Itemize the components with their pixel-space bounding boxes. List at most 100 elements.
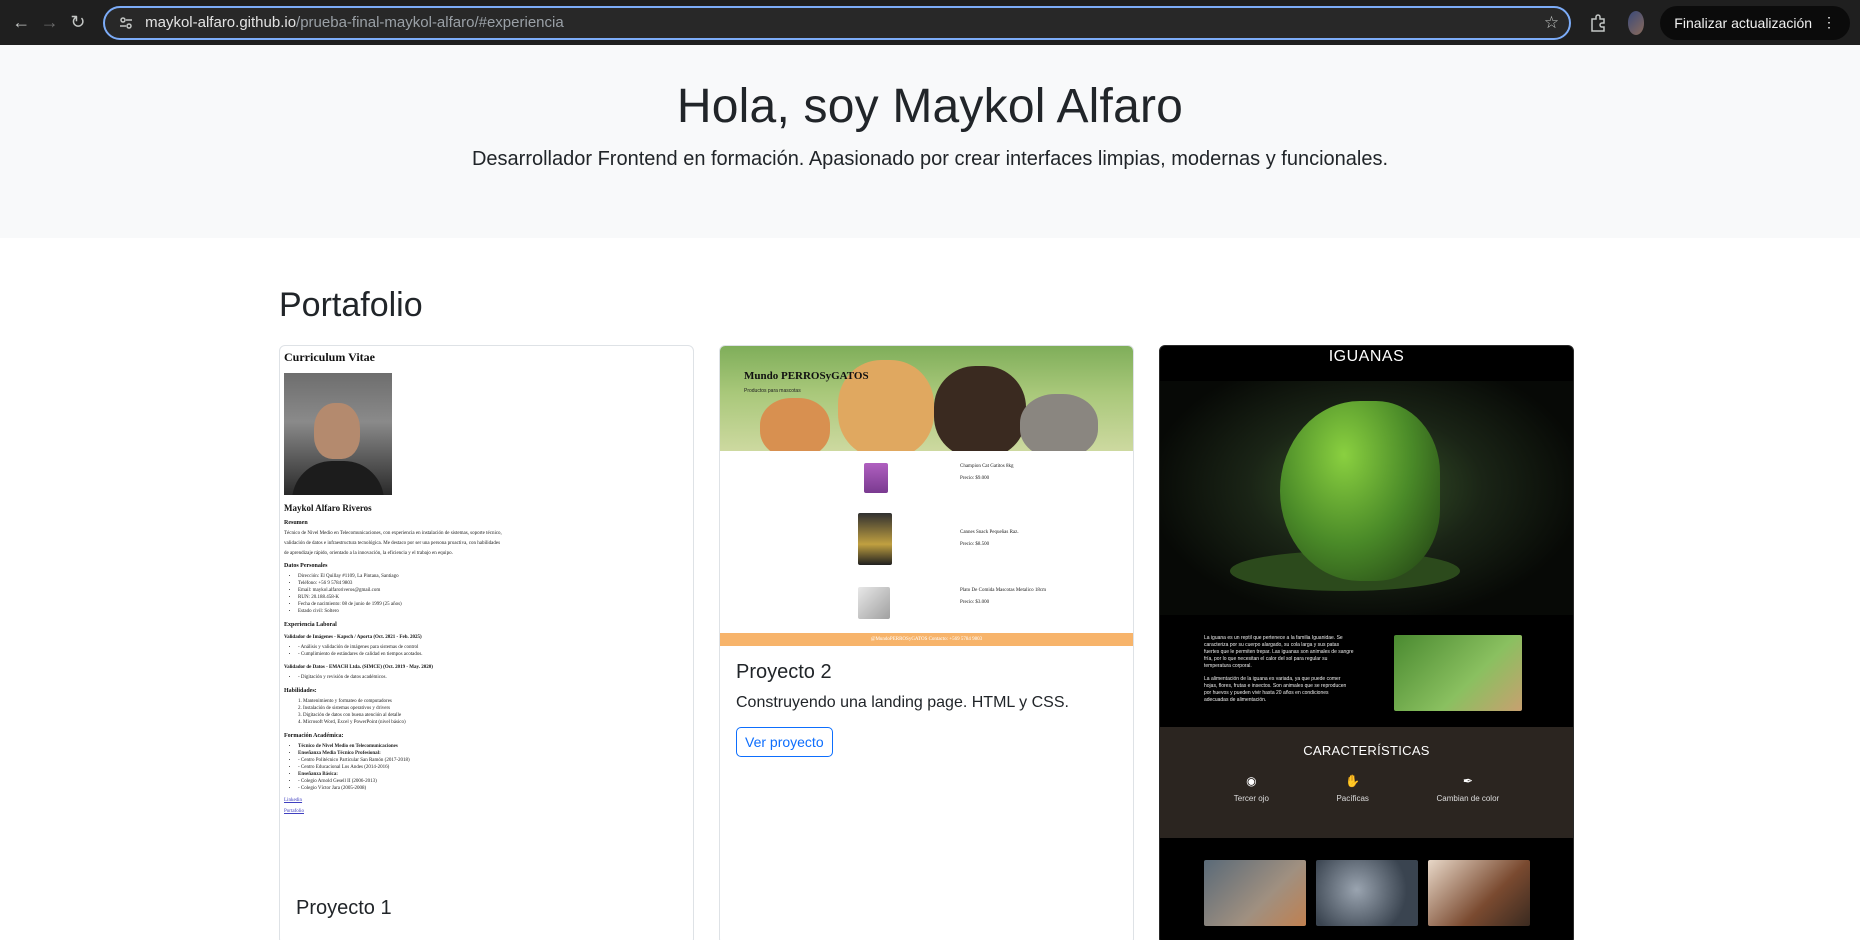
product-price: Precio: $3.000 (960, 600, 990, 605)
browser-toolbar: ← → ↻ maykol-alfaro.github.io/prueba-fin… (0, 0, 1860, 45)
gallery-image (1203, 860, 1306, 926)
feature-label: Cambian de color (1436, 794, 1500, 803)
list-item: - Cumplimiento de estándares de calidad … (298, 651, 689, 658)
list-item: Enseñanza Media Técnico Profesional: (298, 750, 689, 757)
cv-list: - Digitación y revisión de datos académi… (298, 674, 689, 681)
list-item: Estado civil: Soltero (298, 608, 689, 615)
cv-text: de aprendizaje rápido, orientado a la in… (284, 551, 453, 556)
card-body: Proyecto 2 Construyendo una landing page… (720, 646, 1133, 772)
card-description: Construyendo una landing page. HTML y CS… (736, 694, 1069, 711)
url-text: maykol-alfaro.github.io/prueba-final-may… (145, 14, 1544, 31)
list-item: Dirección: El Quillay #1109, La Pintana,… (298, 573, 689, 580)
hand-icon: ✋ (1345, 774, 1361, 788)
product-image (858, 587, 890, 619)
feature-item: ✒ Cambian de color (1437, 774, 1500, 803)
cv-section-heading: Formación Académica: (284, 733, 344, 739)
cv-section-heading: Datos Personales (284, 563, 328, 569)
card-title: Proyecto 2 (736, 661, 832, 683)
list-item: 2. Instalación de sistemas operativos y … (298, 706, 391, 711)
product-image (864, 463, 888, 493)
extensions-icon[interactable] (1587, 7, 1609, 39)
cv-section-heading: Experiencia Laboral (284, 622, 337, 628)
gallery-image (1315, 860, 1418, 926)
feature-item: ✋ Pacíficas (1336, 774, 1368, 803)
project-card-2: Mundo PERROSyGATOS Productos para mascot… (719, 345, 1134, 940)
portfolio-section: Portafolio Curriculum Vitae Maykol Alfar… (0, 238, 1860, 940)
list-item: - Centro Educacional Los Andes (2014-201… (298, 764, 689, 771)
iguana-text: La iguana es un reptil que pertenece a l… (1204, 635, 1354, 727)
cv-heading: Curriculum Vitae (284, 350, 375, 364)
feature-label: Tercer ojo (1233, 794, 1269, 803)
portfolio-link[interactable]: Portafolio (284, 809, 689, 814)
cv-name: Maykol Alfaro Riveros (284, 503, 372, 513)
iguana-info: La iguana es un reptil que pertenece a l… (1160, 615, 1573, 727)
cv-preview: Curriculum Vitae Maykol Alfaro Riveros R… (280, 346, 693, 814)
url-host: maykol-alfaro.github.io (145, 14, 297, 31)
cv-subheading: Validador de Datos - EMACH Ltda. (SIMCE)… (284, 665, 433, 670)
product-name: Cannes Snack Pequeñas Raz. (960, 530, 1019, 535)
pets-banner-image: Mundo PERROSyGATOS Productos para mascot… (720, 346, 1133, 451)
view-project-button[interactable]: Ver proyecto (736, 727, 833, 757)
list-item: - Análisis y validación de imágenes para… (298, 644, 689, 651)
cv-list: - Análisis y validación de imágenes para… (298, 644, 689, 658)
back-arrow-icon[interactable]: ← (10, 7, 32, 39)
bookmark-star-icon[interactable]: ☆ (1544, 13, 1559, 33)
product-item: Champion Cat Gatitos 8kg Precio: $9.000 (850, 463, 1013, 493)
gallery-image (1427, 860, 1530, 926)
project-card-3: IGUANAS La iguana es un reptil que perte… (1159, 345, 1574, 940)
more-menu-icon[interactable]: ⋮ (1822, 14, 1836, 31)
hero-section: Hola, soy Maykol Alfaro Desarrollador Fr… (0, 45, 1860, 238)
cv-list: 1. Mantenimiento y formateo de computado… (298, 698, 689, 726)
update-button-label: Finalizar actualización (1674, 14, 1813, 31)
iguana-photo (1394, 635, 1522, 711)
pets-tagline: Productos para mascotas (744, 388, 801, 394)
product-item: Cannes Snack Pequeñas Raz. Precio: $8.50… (850, 513, 1019, 565)
portfolio-heading: Portafolio (279, 286, 423, 324)
iguana-paragraph: La alimentación de la iguana es variada,… (1204, 676, 1347, 703)
brush-icon: ✒ (1462, 774, 1473, 788)
list-item: Email: maykol.alfaroriveros@gmail.com (298, 587, 689, 594)
product-info: Cannes Snack Pequeñas Raz. Precio: $8.50… (960, 513, 1019, 547)
product-price: Precio: $9.000 (960, 476, 990, 481)
forward-arrow-icon[interactable]: → (38, 7, 60, 39)
cv-list: Técnico de Nivel Medio en Telecomunicaci… (298, 743, 689, 792)
pets-brand: Mundo PERROSyGATOS (744, 370, 869, 382)
profile-avatar[interactable] (1627, 10, 1645, 35)
linkedin-link[interactable]: Linkedin (284, 798, 689, 803)
list-item: Enseñanza Básica: (298, 771, 689, 778)
iguana-paragraph: La iguana es un reptil que pertenece a l… (1204, 635, 1354, 669)
hero-subtitle: Desarrollador Frontend en formación. Apa… (471, 148, 1389, 170)
features-list: ◉ Tercer ojo ✋ Pacíficas ✒ Cambian de co… (1160, 774, 1573, 803)
list-item: 1. Mantenimiento y formateo de computado… (298, 699, 392, 704)
update-button[interactable]: Finalizar actualización ⋮ (1660, 5, 1851, 40)
iguana-gallery (1160, 838, 1573, 940)
list-item: - Centro Politécnico Particular San Ramó… (298, 757, 689, 764)
product-image (858, 513, 892, 565)
cv-list: Dirección: El Quillay #1109, La Pintana,… (298, 573, 689, 615)
list-item: - Colegio Arnold Gesell II (2006-2013) (298, 778, 689, 785)
feature-label: Pacíficas (1336, 794, 1369, 803)
list-item: Fecha de nacimiento: 08 de junio de 1999… (298, 601, 689, 608)
product-info: Champion Cat Gatitos 8kg Precio: $9.000 (960, 463, 1013, 481)
address-bar[interactable]: maykol-alfaro.github.io/prueba-final-may… (103, 5, 1572, 40)
list-item: 3. Digitación de datos con buena atenció… (298, 713, 402, 718)
cv-text: validación de datos e infraestructura te… (284, 541, 501, 546)
project-cards: Curriculum Vitae Maykol Alfaro Riveros R… (279, 345, 1860, 940)
hero-title: Hola, soy Maykol Alfaro (676, 80, 1184, 133)
product-price: Precio: $8.500 (960, 542, 990, 547)
product-name: Champion Cat Gatitos 8kg (960, 464, 1014, 469)
iguana-hero-image (1160, 381, 1573, 615)
list-item: Técnico de Nivel Medio en Telecomunicaci… (298, 743, 689, 750)
pets-footer: @MundoPERROSyGATOS Contacto: +569 5784 9… (720, 633, 1133, 646)
cv-subheading: Validador de Imágenes - Kapsch / Aporta … (284, 635, 422, 640)
list-item: RUN: 20.188.458-K (298, 594, 689, 601)
product-info: Plato De Comida Mascotas Metalico 18cm P… (960, 587, 1046, 605)
list-item: - Digitación y revisión de datos académi… (298, 674, 689, 681)
card-body: Proyecto 1 (296, 897, 392, 920)
product-name: Plato De Comida Mascotas Metalico 18cm (960, 588, 1046, 593)
cv-section-heading: Resumen (284, 520, 308, 526)
eye-icon: ◉ (1246, 774, 1257, 788)
site-info-icon[interactable] (115, 12, 137, 34)
reload-icon[interactable]: ↻ (67, 7, 89, 39)
list-item: 4. Microsoft Word, Excel y PowerPoint (n… (298, 720, 406, 725)
